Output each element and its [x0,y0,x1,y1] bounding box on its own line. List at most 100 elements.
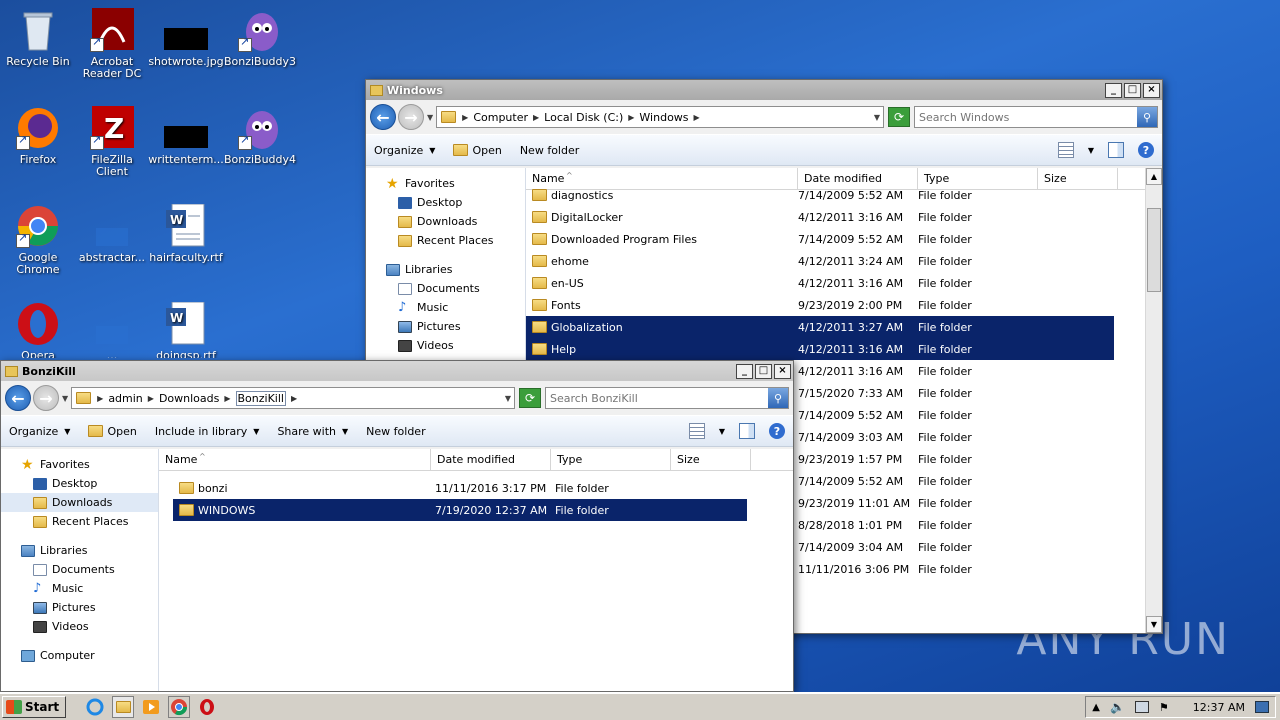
nav-documents[interactable]: Documents [1,560,158,579]
clock[interactable]: 12:37 AM [1193,701,1245,714]
search-box[interactable]: ⚲ [914,106,1158,128]
file-row[interactable]: WINDOWS 7/19/2020 12:37 AM File folder [173,499,747,521]
back-button[interactable]: ← [5,385,31,411]
chevron-down-icon[interactable]: ▼ [719,427,725,436]
desktop-icon-firefox[interactable]: Firefox [0,106,76,166]
history-dropdown-icon[interactable]: ▼ [427,113,433,122]
column-date-modified[interactable]: Date modified [798,168,918,189]
back-button[interactable]: ← [370,104,396,130]
nav-favorites[interactable]: ★ Favorites [1,455,158,474]
breadcrumb-computer[interactable]: Computer [473,111,528,124]
address-dropdown-icon[interactable]: ▼ [505,394,511,403]
minimize-button[interactable]: _ [736,363,753,379]
chevron-down-icon[interactable]: ▼ [1088,146,1094,155]
nav-music[interactable]: ♪ Music [366,298,525,317]
open-button[interactable]: Open [88,425,137,438]
nav-documents[interactable]: Documents [366,279,525,298]
desktop-icon-filezilla[interactable]: Z FileZilla Client [74,106,150,178]
bonzikill-explorer-window[interactable]: BonziKill _ □ × ← → ▼ ▶ admin ▶ Download… [0,360,794,692]
history-dropdown-icon[interactable]: ▼ [62,394,68,403]
file-row[interactable]: Globalization 4/12/2011 3:27 AM File folde… [526,316,1114,338]
view-options-icon[interactable] [1057,142,1074,158]
forward-button[interactable]: → [33,385,59,411]
view-options-icon[interactable] [688,423,705,439]
nav-pictures[interactable]: Pictures [366,317,525,336]
nav-music[interactable]: ♪ Music [1,579,158,598]
search-box[interactable]: ⚲ [545,387,789,409]
file-row[interactable]: bonzi 11/11/2016 3:17 PM File folder [173,477,747,499]
chevron-icon[interactable]: ▶ [224,394,230,403]
action-center-flag-icon[interactable]: ⚑ [1159,701,1169,714]
chevron-icon[interactable]: ▶ [462,113,468,122]
help-icon[interactable]: ? [769,423,785,439]
address-bar[interactable]: ▶ Computer ▶ Local Disk (C:) ▶ Windows ▶… [436,106,884,128]
start-button[interactable]: Start [2,696,67,718]
nav-favorites[interactable]: ★ Favorites [366,174,525,193]
forward-button[interactable]: → [398,104,424,130]
chevron-icon[interactable]: ▶ [694,113,700,122]
nav-recent-places[interactable]: Recent Places [366,231,525,250]
nav-recent-places[interactable]: Recent Places [1,512,158,531]
desktop-icon-bonzibuddy4[interactable]: BonziBuddy4 [222,106,298,166]
organize-button[interactable]: Organize ▼ [374,144,435,157]
refresh-button[interactable]: ⟳ [519,388,541,408]
column-type[interactable]: Type [551,449,671,470]
file-row[interactable]: Downloaded Program Files 7/14/2009 5:52 A… [526,228,1114,250]
scroll-thumb[interactable] [1147,208,1161,292]
minimize-button[interactable]: _ [1105,82,1122,98]
ie-icon[interactable] [84,696,106,718]
show-desktop-button[interactable] [1255,701,1269,713]
desktop-icon-chrome[interactable]: Google Chrome [0,204,76,276]
search-input[interactable] [546,388,768,408]
breadcrumb-local-disk[interactable]: Local Disk (C:) [544,111,623,124]
file-row[interactable]: ehome 4/12/2011 3:24 AM File folder [526,250,1114,272]
nav-videos[interactable]: Videos [1,617,158,636]
open-button[interactable]: Open [453,144,502,157]
file-row[interactable]: Help 4/12/2011 3:16 AM File folder [526,338,1114,360]
close-button[interactable]: × [1143,82,1160,98]
column-size[interactable]: Size [1038,168,1118,189]
nav-desktop[interactable]: Desktop [366,193,525,212]
include-in-library-button[interactable]: Include in library ▼ [155,425,260,438]
opera-icon[interactable] [196,696,218,718]
title-bar[interactable]: BonziKill _ □ × [1,361,793,381]
vertical-scrollbar[interactable]: ▲ ▼ [1145,168,1162,633]
nav-downloads[interactable]: Downloads [366,212,525,231]
scroll-up-icon[interactable]: ▲ [1146,168,1162,185]
help-icon[interactable]: ? [1138,142,1154,158]
nav-pictures[interactable]: Pictures [1,598,158,617]
file-row[interactable]: DigitalLocker 4/12/2011 3:16 AM File folde… [526,206,1114,228]
search-icon[interactable]: ⚲ [1137,107,1157,127]
desktop-icon-doingsp[interactable]: W doingsp.rtf [148,302,224,358]
search-icon[interactable]: ⚲ [768,388,788,408]
desktop-icon-opera[interactable]: Opera [0,302,76,358]
preview-pane-icon[interactable] [739,423,755,439]
media-player-icon[interactable] [140,696,162,718]
nav-computer[interactable]: Computer [1,646,158,665]
address-dropdown-icon[interactable]: ▼ [874,113,880,122]
show-hidden-icons-icon[interactable]: ▲ [1092,702,1100,713]
desktop-icon-bonzibuddy3[interactable]: BonziBuddy3 [222,8,298,68]
new-folder-button[interactable]: New folder [366,425,425,438]
maximize-button[interactable]: □ [755,363,772,379]
desktop-icon-file[interactable]: ... [74,302,150,358]
column-name[interactable]: Name ^ [526,168,798,189]
maximize-button[interactable]: □ [1124,82,1141,98]
column-type[interactable]: Type [918,168,1038,189]
preview-pane-icon[interactable] [1108,142,1124,158]
explorer-icon[interactable] [112,696,135,718]
chevron-icon[interactable]: ▶ [533,113,539,122]
desktop-icon-shotwrote[interactable]: shotwrote.jpg [148,8,224,68]
chrome-icon[interactable] [168,696,191,718]
chevron-icon[interactable]: ▶ [628,113,634,122]
column-date-modified[interactable]: Date modified [431,449,551,470]
column-name[interactable]: Name ^ [159,449,431,470]
desktop-icon-hairfaculty[interactable]: W hairfaculty.rtf [148,203,224,264]
breadcrumb-windows[interactable]: Windows [639,111,688,124]
nav-downloads[interactable]: Downloads [1,493,158,512]
chevron-icon[interactable]: ▶ [291,394,297,403]
volume-icon[interactable]: 🔈 [1110,700,1125,714]
file-row[interactable]: en-US 4/12/2011 3:16 AM File folder [526,272,1114,294]
close-button[interactable]: × [774,363,791,379]
desktop-icon-writtenterm[interactable]: writtenterm... [148,106,224,166]
